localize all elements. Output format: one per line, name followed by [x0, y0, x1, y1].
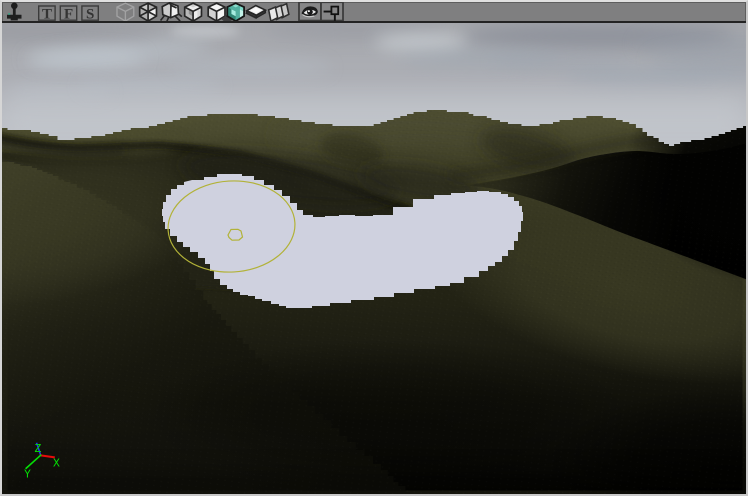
- svg-text:F: F: [64, 7, 73, 22]
- svg-text:X: X: [53, 458, 60, 471]
- svg-text:Z: Z: [35, 443, 42, 456]
- svg-text:Y: Y: [24, 469, 31, 482]
- svg-text:T: T: [42, 7, 52, 22]
- svg-text:S: S: [86, 7, 94, 22]
